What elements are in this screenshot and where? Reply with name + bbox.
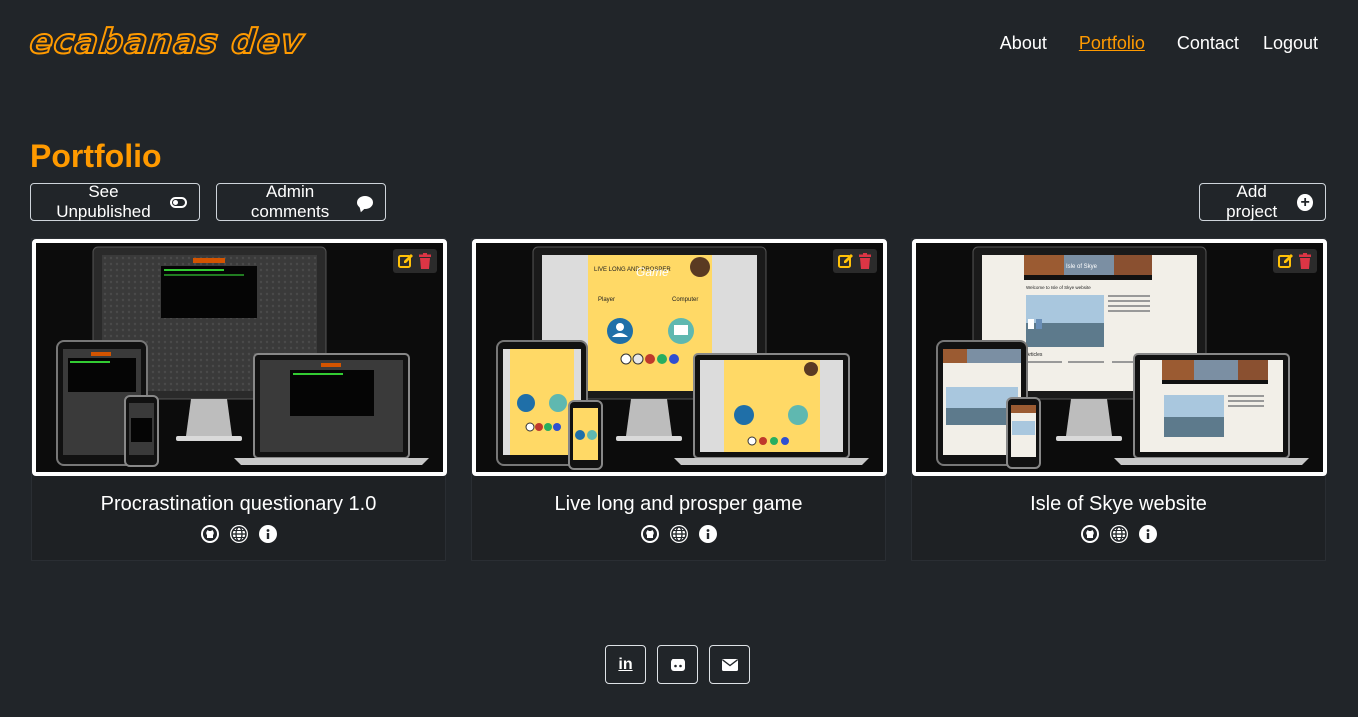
project-image[interactable]: Isle of Skye Welcome to Isle of Skye web… [912, 239, 1327, 476]
info-icon[interactable] [1138, 525, 1157, 543]
skye-welcome: Welcome to Isle of Skye website [1026, 285, 1091, 290]
project-links [32, 525, 445, 543]
see-unpublished-label: See Unpublished [56, 182, 151, 221]
see-unpublished-button[interactable]: See Unpublished [30, 182, 200, 221]
globe-icon[interactable] [229, 525, 248, 543]
project-image[interactable]: LIVE LONG AND PROSPER Game Player Comput… [472, 239, 887, 476]
admin-comments-button[interactable]: Admin comments [216, 182, 386, 221]
edit-icon[interactable] [398, 253, 414, 269]
project-title: Procrastination questionary 1.0 [100, 493, 377, 515]
player-label: Player [598, 297, 615, 303]
card-actions [393, 249, 437, 273]
nav-portfolio[interactable]: Portfolio [1079, 32, 1145, 54]
github-icon[interactable] [1080, 525, 1099, 543]
project-links [472, 525, 885, 543]
globe-icon[interactable] [669, 525, 688, 543]
github-footer-button[interactable] [657, 645, 698, 684]
nav-contact[interactable]: Contact [1177, 32, 1239, 54]
card-actions [1273, 249, 1317, 273]
project-links [912, 525, 1325, 543]
linkedin-button[interactable]: in [605, 645, 646, 684]
nav-about[interactable]: About [1000, 32, 1047, 54]
project-image[interactable] [32, 239, 447, 476]
email-button[interactable] [709, 645, 750, 684]
info-icon[interactable] [258, 525, 277, 543]
toggle-icon [169, 196, 187, 208]
card-actions [833, 249, 877, 273]
skye-articles: Articles [1026, 352, 1043, 358]
delete-icon[interactable] [1298, 253, 1312, 269]
project-card: Isle of Skye Welcome to Isle of Skye web… [911, 238, 1327, 561]
project-card: Procrastination questionary 1.0 [31, 238, 447, 561]
delete-icon[interactable] [858, 253, 872, 269]
page-title: Portfolio [30, 138, 162, 174]
game-title-big: Game [636, 265, 669, 279]
site-logo[interactable]: ecabanas dev [27, 21, 307, 63]
add-project-label: Add project [1226, 182, 1278, 221]
devices-mockup: LIVE LONG AND PROSPER Game Player Comput… [476, 243, 883, 472]
project-card: LIVE LONG AND PROSPER Game Player Comput… [471, 238, 887, 561]
email-icon [721, 658, 738, 671]
admin-comments-label: Admin comments [250, 182, 330, 221]
add-project-button[interactable]: Add project + [1199, 182, 1326, 221]
nav-logout[interactable]: Logout [1263, 32, 1318, 54]
computer-label: Computer [672, 297, 698, 303]
main-nav: About Portfolio Contact Logout [976, 32, 1318, 54]
devices-mockup: Isle of Skye Welcome to Isle of Skye web… [916, 243, 1323, 472]
project-title: Isle of Skye website [1030, 493, 1207, 515]
globe-icon[interactable] [1109, 525, 1128, 543]
github-icon[interactable] [640, 525, 659, 543]
github-icon [670, 658, 685, 671]
linkedin-icon: in [618, 655, 633, 673]
devices-mockup [36, 243, 443, 472]
info-icon[interactable] [698, 525, 717, 543]
comment-icon [357, 195, 373, 209]
plus-circle-icon: + [1297, 193, 1313, 211]
edit-icon[interactable] [1278, 253, 1294, 269]
edit-icon[interactable] [838, 253, 854, 269]
delete-icon[interactable] [418, 253, 432, 269]
skye-banner: Isle of Skye [1066, 264, 1098, 270]
github-icon[interactable] [200, 525, 219, 543]
project-title: Live long and prosper game [554, 493, 803, 515]
